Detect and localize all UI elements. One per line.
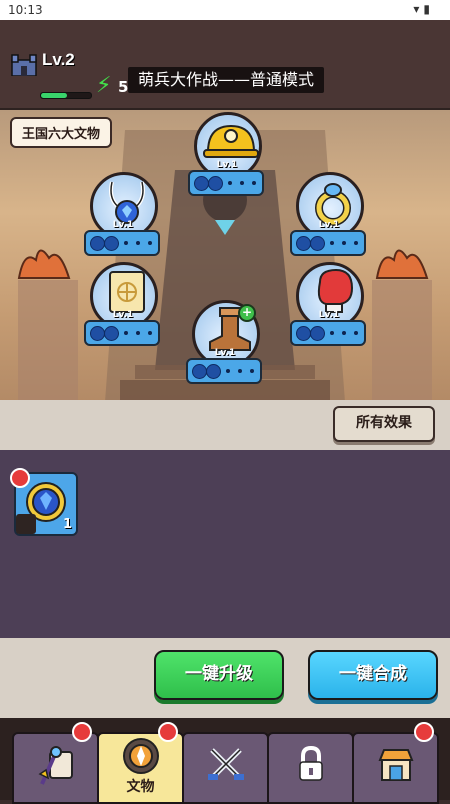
dot-empty — [124, 331, 128, 335]
dot-empty — [148, 331, 152, 335]
dot-filled — [310, 326, 325, 341]
relic-progress-dots — [290, 320, 366, 346]
dot-empty — [354, 241, 358, 245]
merge-all-button[interactable]: 一键合成 — [308, 650, 438, 700]
dot-filled — [104, 326, 119, 341]
upgrade-all-button[interactable]: 一键升级 — [154, 650, 284, 700]
energy-bolt-icon: ⚡ — [96, 73, 112, 98]
dot-filled — [310, 236, 325, 251]
left-pillar — [18, 280, 78, 402]
lock-icon — [299, 745, 323, 781]
item-count: 1 — [62, 517, 72, 532]
relic-progress-dots — [290, 230, 366, 256]
relic-ring[interactable]: Lv.1 — [290, 172, 368, 258]
clock: 10:13 — [8, 3, 43, 17]
dot-filled — [90, 326, 105, 341]
dot-empty — [240, 181, 244, 185]
tab-relics-label: 文物 — [126, 779, 155, 795]
xp-bar-fill — [41, 93, 67, 98]
tab-shop-alert-dot — [414, 722, 434, 742]
shop-icon — [378, 749, 414, 781]
tab-heroes-alert-dot — [72, 722, 92, 742]
tab-locked[interactable] — [267, 732, 354, 804]
tab-relics-alert-dot — [158, 722, 178, 742]
relic-progress-dots — [186, 358, 262, 384]
dot-filled — [104, 236, 119, 251]
relic-scroll[interactable]: Lv.1 — [84, 262, 162, 348]
dot-empty — [136, 241, 140, 245]
castle-icon — [11, 54, 37, 76]
dot-empty — [228, 181, 232, 185]
dot-filled — [194, 176, 209, 191]
dot-empty — [238, 369, 242, 373]
right-flame-decor — [375, 249, 429, 279]
energy-count: 5 — [118, 78, 129, 96]
hero-staff-icon — [38, 746, 73, 785]
boot-type-icon — [16, 514, 36, 534]
relic-progress-dots — [84, 320, 160, 346]
relic-helmet[interactable]: Lv.1 — [188, 112, 266, 198]
dot-empty — [330, 241, 334, 245]
xp-bar — [40, 92, 92, 99]
mode-banner: 萌兵大作战——普通模式 — [128, 67, 324, 93]
dot-filled — [192, 364, 207, 379]
dot-empty — [342, 331, 346, 335]
tab-battle[interactable] — [182, 732, 269, 804]
tab-shop[interactable] — [352, 732, 439, 804]
dot-empty — [252, 181, 256, 185]
dot-filled — [206, 364, 221, 379]
inventory-alert-dot — [10, 468, 30, 488]
dot-filled — [296, 236, 311, 251]
dot-empty — [136, 331, 140, 335]
dot-empty — [226, 369, 230, 373]
player-level: Lv.2 — [42, 50, 75, 69]
dot-filled — [208, 176, 223, 191]
relic-progress-dots — [188, 170, 264, 196]
relic-pendant[interactable]: Lv.1 — [84, 172, 162, 258]
battery-icon: ▮ — [423, 2, 434, 16]
dot-empty — [330, 331, 334, 335]
system-icons: ▾▮ — [413, 2, 434, 16]
kingdom-relics-label: 王国六大文物 — [10, 117, 113, 148]
dot-empty — [148, 241, 152, 245]
all-effects-button[interactable]: 所有效果 — [333, 406, 435, 442]
dot-empty — [354, 331, 358, 335]
tab-heroes[interactable] — [12, 732, 99, 804]
dot-empty — [250, 369, 254, 373]
relic-compass-icon — [123, 738, 159, 774]
right-pillar — [372, 280, 432, 402]
relic-boot[interactable]: + Lv.1 — [186, 300, 264, 386]
tab-relics[interactable]: 文物 — [97, 732, 184, 804]
relic-progress-dots — [84, 230, 160, 256]
status-bar: 10:13 ▾▮ — [0, 0, 450, 20]
dot-empty — [342, 241, 346, 245]
crossed-swords-icon — [208, 748, 244, 780]
wifi-icon: ▾ — [413, 2, 424, 16]
dot-filled — [90, 236, 105, 251]
relic-glove[interactable]: Lv.1 — [290, 262, 368, 348]
left-flame-decor — [17, 249, 71, 279]
dot-empty — [124, 241, 128, 245]
dot-filled — [296, 326, 311, 341]
upgrade-available-icon: + — [238, 304, 256, 322]
